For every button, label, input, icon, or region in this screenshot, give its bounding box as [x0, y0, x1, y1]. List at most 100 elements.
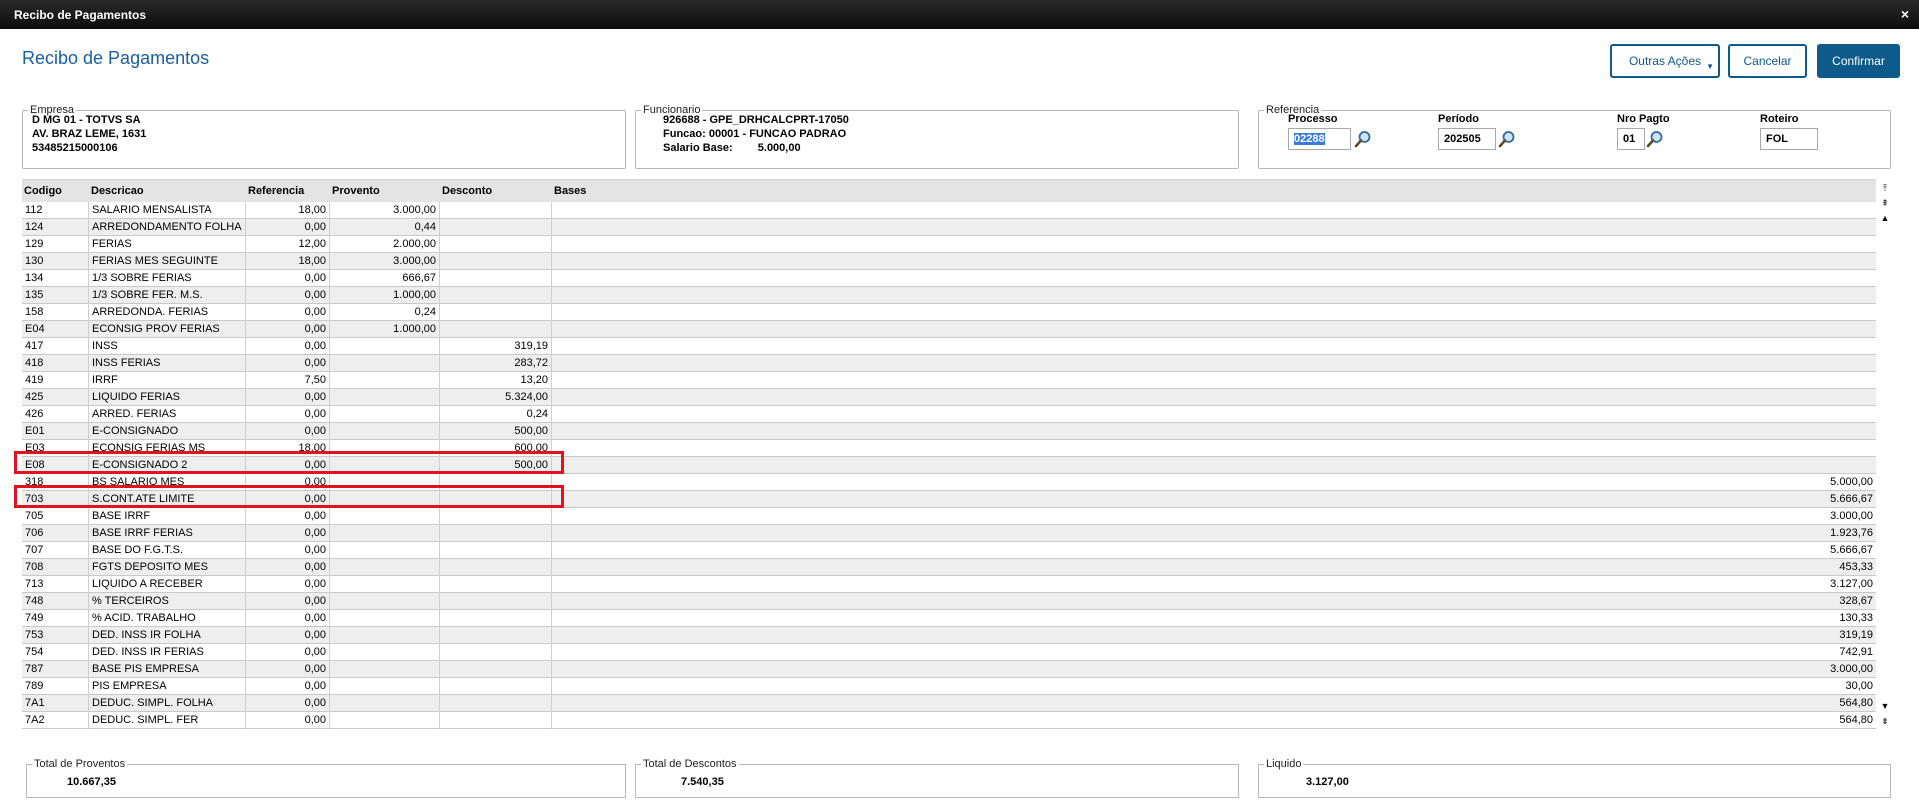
table-row[interactable]: 135 1/3 SOBRE FER. M.S. 0,00 1.000,00	[22, 287, 1876, 304]
scroll-top-icon[interactable]: ⤒	[1878, 181, 1892, 195]
cell-provento: 0,44	[330, 219, 440, 236]
cell-codigo: 134	[22, 270, 89, 287]
table-row[interactable]: 705 BASE IRRF 0,00 3.000,00	[22, 508, 1876, 525]
cell-codigo: 708	[22, 559, 89, 576]
scroll-page-up-icon[interactable]: ⇞	[1878, 196, 1892, 210]
total-descontos-value: 7.540,35	[681, 776, 724, 788]
cell-desconto: 500,00	[440, 423, 552, 440]
cell-referencia: 0,00	[246, 576, 330, 593]
col-header-desconto[interactable]: Desconto	[442, 185, 492, 197]
table-row[interactable]: 707 BASE DO F.G.T.S. 0,00 5.666,67	[22, 542, 1876, 559]
grid-scrollbar[interactable]: ⤒ ⇞ ▲ ▼ ⇟	[1876, 179, 1895, 732]
cell-provento	[330, 576, 440, 593]
table-row[interactable]: 749% ACID. TRABALHO 0,00 130,33	[22, 610, 1876, 627]
col-header-provento[interactable]: Provento	[332, 185, 380, 197]
roteiro-input[interactable]: FOL	[1760, 128, 1818, 150]
search-icon[interactable]	[1354, 130, 1372, 148]
salario-base-row: Salario Base: 5.000,00	[663, 141, 849, 155]
payments-grid: Codigo Descricao Referencia Provento Des…	[14, 179, 1876, 732]
table-row[interactable]: 417 INSS 0,00 319,19	[22, 338, 1876, 355]
periodo-input[interactable]: 202505	[1438, 128, 1496, 150]
scroll-up-icon[interactable]: ▲	[1878, 211, 1892, 225]
cell-descricao: DEDUC. SIMPL. FOLHA	[89, 695, 246, 712]
cell-bases	[552, 355, 1876, 372]
cell-desconto	[440, 593, 552, 610]
table-row[interactable]: 789 PIS EMPRESA 0,00 30,00	[22, 678, 1876, 695]
col-header-bases[interactable]: Bases	[554, 185, 586, 197]
table-row[interactable]: 158 ARREDONDA. FERIAS 0,00 0,24	[22, 304, 1876, 321]
cell-bases: 30,00	[1845, 680, 1873, 692]
cell-provento: 1.000,00	[330, 287, 440, 304]
scroll-page-down-icon[interactable]: ⇟	[1878, 714, 1892, 728]
cell-descricao: FERIAS	[89, 236, 246, 253]
funcionario-line2: Funcao: 00001 - FUNCAO PADRAO	[663, 128, 847, 140]
processo-value: 02288	[1294, 133, 1325, 145]
table-row[interactable]: 418 INSS FERIAS 0,00 283,72	[22, 355, 1876, 372]
nro-pagto-input[interactable]: 01	[1617, 128, 1645, 150]
table-row[interactable]: 425 LIQUIDO FERIAS 0,00 5.324,00	[22, 389, 1876, 406]
confirm-button[interactable]: Confirmar	[1817, 44, 1900, 78]
table-row[interactable]: 708 FGTS DEPOSITO MES 0,00 453,33	[22, 559, 1876, 576]
cell-descricao: % ACID. TRABALHO	[89, 610, 246, 627]
cell-bases: 5.666,67	[1830, 493, 1873, 505]
table-row[interactable]: 112 SALARIO MENSALISTA 18,00 3.000,00	[22, 202, 1876, 219]
table-row[interactable]: 7A1 DEDUC. SIMPL. FOLHA 0,00 564,80	[22, 695, 1876, 712]
cell-referencia: 0,00	[246, 627, 330, 644]
cell-desconto: 283,72	[440, 355, 552, 372]
table-row[interactable]: 753 DED. INSS IR FOLHA 0,00 319,19	[22, 627, 1876, 644]
cell-referencia: 0,00	[246, 338, 330, 355]
cell-referencia: 0,00	[246, 287, 330, 304]
search-icon[interactable]	[1646, 130, 1664, 148]
cell-descricao: DED. INSS IR FERIAS	[89, 644, 246, 661]
total-descontos-label: Total de Descontos	[641, 758, 739, 770]
cell-provento: 666,67	[330, 270, 440, 287]
cell-descricao: LIQUIDO FERIAS	[89, 389, 246, 406]
close-icon[interactable]: ×	[1901, 6, 1909, 22]
table-row[interactable]: 706 BASE IRRF FERIAS 0,00 1.923,76	[22, 525, 1876, 542]
table-row[interactable]: 419 IRRF 7,50 13,20	[22, 372, 1876, 389]
cell-descricao: DEDUC. SIMPL. FER	[89, 712, 246, 729]
cancel-button[interactable]: Cancelar	[1728, 44, 1807, 78]
processo-input[interactable]: 02288	[1288, 128, 1351, 150]
table-row[interactable]: 134 1/3 SOBRE FERIAS 0,00 666,67	[22, 270, 1876, 287]
salario-base-value: 5.000,00	[757, 142, 801, 154]
cell-referencia: 0,00	[246, 508, 330, 525]
cell-referencia: 12,00	[246, 236, 330, 253]
table-row[interactable]: 754 DED. INSS IR FERIAS 0,00 742,91	[22, 644, 1876, 661]
table-row[interactable]: 124 ARREDONDAMENTO FOLHA 0,00 0,44	[22, 219, 1876, 236]
scroll-bottom-icon[interactable]	[1878, 729, 1892, 732]
cell-provento	[330, 372, 440, 389]
cell-bases: 5.000,00	[1830, 476, 1873, 488]
more-actions-button[interactable]: Outras Ações ▼	[1610, 44, 1720, 78]
cell-referencia: 0,00	[246, 423, 330, 440]
table-row[interactable]: 748% TERCEIROS 0,00 328,67	[22, 593, 1876, 610]
cell-desconto	[440, 525, 552, 542]
cell-provento	[330, 695, 440, 712]
col-header-codigo[interactable]: Codigo	[24, 185, 62, 197]
table-row[interactable]: E04 ECONSIG PROV FERIAS 0,00 1.000,00	[22, 321, 1876, 338]
cell-descricao: FGTS DEPOSITO MES	[89, 559, 246, 576]
empresa-line2: AV. BRAZ LEME, 1631	[32, 128, 147, 140]
search-icon[interactable]	[1498, 130, 1516, 148]
table-row[interactable]: 713 LIQUIDO A RECEBER 0,00 3.127,00	[22, 576, 1876, 593]
table-row[interactable]: 7A2 DEDUC. SIMPL. FER 0,00 564,80	[22, 712, 1876, 729]
scroll-down-icon[interactable]: ▼	[1878, 699, 1892, 713]
cell-referencia: 0,00	[246, 678, 330, 695]
table-row[interactable]: 130 FERIAS MES SEGUINTE 18,00 3.000,00	[22, 253, 1876, 270]
cell-provento: 3.000,00	[330, 202, 440, 219]
table-row[interactable]: 426 ARRED. FERIAS 0,00 0,24	[22, 406, 1876, 423]
chevron-down-icon: ▼	[1706, 62, 1714, 71]
cell-bases	[552, 423, 1876, 440]
table-row[interactable]: 787 BASE PIS EMPRESA 0,00 3.000,00	[22, 661, 1876, 678]
cell-codigo: 135	[22, 287, 89, 304]
table-row[interactable]: 129 FERIAS 12,00 2.000,00	[22, 236, 1876, 253]
cell-codigo: 707	[22, 542, 89, 559]
cell-descricao: LIQUIDO A RECEBER	[89, 576, 246, 593]
table-row[interactable]: E01 E-CONSIGNADO 0,00 500,00	[22, 423, 1876, 440]
cell-bases: 742,91	[1839, 646, 1873, 658]
cell-bases: 453,33	[1839, 561, 1873, 573]
col-header-referencia[interactable]: Referencia	[248, 185, 304, 197]
cell-bases	[552, 440, 1876, 457]
col-header-descricao[interactable]: Descricao	[91, 185, 144, 197]
cell-referencia: 0,00	[246, 559, 330, 576]
